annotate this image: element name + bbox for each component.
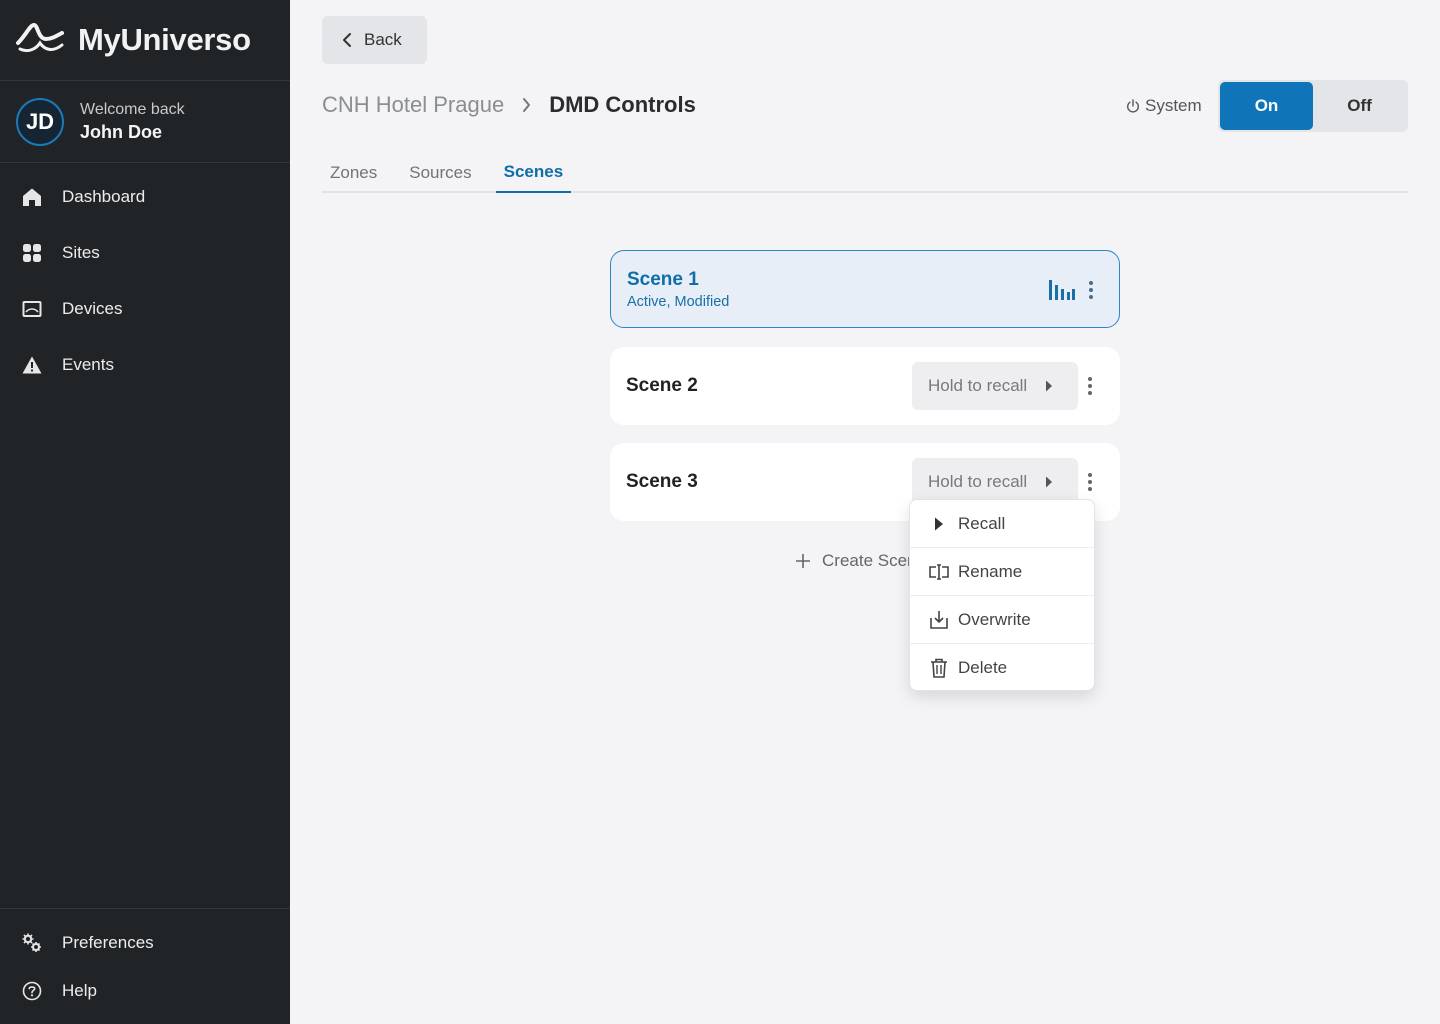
page-title: DMD Controls xyxy=(549,92,696,117)
brand-name: MyUniverso xyxy=(78,22,251,57)
menu-item-rename[interactable]: Rename xyxy=(910,548,1094,596)
brand-logo-icon xyxy=(16,23,64,53)
gears-icon xyxy=(22,933,42,953)
nav-item-label: Sites xyxy=(62,243,100,262)
chevron-left-icon xyxy=(342,32,352,48)
home-icon xyxy=(22,187,42,207)
menu-item-recall[interactable]: Recall xyxy=(910,500,1094,548)
tab-zones[interactable]: Zones xyxy=(322,152,385,193)
hold-to-recall-label: Hold to recall xyxy=(928,472,1028,491)
scene-status: Active, Modified xyxy=(627,294,730,310)
help-icon xyxy=(22,981,42,1001)
back-button-label: Back xyxy=(364,30,402,49)
menu-item-label: Overwrite xyxy=(958,609,1031,629)
nav-item-dashboard[interactable]: Dashboard xyxy=(0,169,290,225)
more-options-icon[interactable] xyxy=(1080,471,1100,493)
user-name: John Doe xyxy=(80,121,163,142)
scene-title: Scene 2 xyxy=(626,375,698,396)
nav-item-label: Dashboard xyxy=(62,187,146,206)
hold-to-recall-button[interactable]: Hold to recall xyxy=(912,362,1078,410)
trash-icon xyxy=(928,657,950,679)
hold-to-recall-label: Hold to recall xyxy=(928,376,1028,395)
breadcrumb: CNH Hotel Prague DMD Controls xyxy=(322,92,696,118)
menu-item-label: Delete xyxy=(958,658,1008,677)
more-options-icon[interactable] xyxy=(1080,375,1100,397)
caret-right-icon xyxy=(1045,380,1053,392)
user-profile[interactable]: JD Welcome back John Doe xyxy=(0,81,290,163)
plus-icon xyxy=(796,554,810,568)
tab-scenes[interactable]: Scenes xyxy=(495,152,572,193)
warning-icon xyxy=(22,355,42,375)
scene-context-menu: Recall Rename Overwrite Delete xyxy=(909,499,1095,691)
nav-item-sites[interactable]: Sites xyxy=(0,225,290,281)
tab-sources[interactable]: Sources xyxy=(401,152,479,193)
nav-item-help[interactable]: Help xyxy=(0,967,290,1015)
scene-title: Scene 1 xyxy=(627,269,699,290)
main-nav: Dashboard Sites Devices Events xyxy=(0,163,290,393)
menu-item-delete[interactable]: Delete xyxy=(910,644,1094,690)
tab-bar: Zones Sources Scenes xyxy=(322,152,1408,193)
chevron-right-icon xyxy=(522,97,531,113)
play-icon xyxy=(928,513,950,535)
device-icon xyxy=(22,299,42,319)
nav-item-label: Events xyxy=(62,355,114,374)
welcome-text: Welcome back xyxy=(80,100,185,118)
more-options-icon[interactable] xyxy=(1081,279,1101,301)
download-icon xyxy=(928,609,950,631)
caret-right-icon xyxy=(1045,476,1053,488)
secondary-nav: Preferences Help xyxy=(0,908,290,1024)
scene-title: Scene 3 xyxy=(626,471,698,492)
menu-item-overwrite[interactable]: Overwrite xyxy=(910,596,1094,644)
menu-item-label: Rename xyxy=(958,561,1023,581)
create-scene-button[interactable]: Create Scene xyxy=(796,551,926,571)
system-off-button[interactable]: Off xyxy=(1313,82,1406,130)
grid-icon xyxy=(22,243,42,263)
menu-item-label: Recall xyxy=(958,513,1006,533)
brand: MyUniverso xyxy=(0,0,290,81)
main-content: Back CNH Hotel Prague DMD Controls Syste… xyxy=(290,0,1440,1024)
system-on-button[interactable]: On xyxy=(1220,82,1313,130)
nav-item-label: Devices xyxy=(62,299,123,318)
scene-card-2[interactable]: Scene 2 Hold to recall xyxy=(610,347,1120,425)
nav-item-events[interactable]: Events xyxy=(0,337,290,393)
nav-item-label: Preferences xyxy=(62,933,154,952)
equalizer-icon xyxy=(1049,280,1075,300)
rename-icon xyxy=(928,561,950,583)
system-power-toggle: On Off xyxy=(1218,80,1408,132)
breadcrumb-site[interactable]: CNH Hotel Prague xyxy=(322,92,504,118)
power-icon xyxy=(1126,99,1140,113)
nav-item-label: Help xyxy=(62,981,97,1000)
system-label: System xyxy=(1126,96,1202,116)
nav-item-preferences[interactable]: Preferences xyxy=(0,919,290,967)
nav-item-devices[interactable]: Devices xyxy=(0,281,290,337)
system-text: System xyxy=(1145,96,1202,115)
back-button[interactable]: Back xyxy=(322,16,427,64)
avatar: JD xyxy=(16,97,64,146)
sidebar: MyUniverso JD Welcome back John Doe Dash… xyxy=(0,0,290,1024)
scene-card-1[interactable]: Scene 1 Active, Modified xyxy=(610,250,1120,328)
